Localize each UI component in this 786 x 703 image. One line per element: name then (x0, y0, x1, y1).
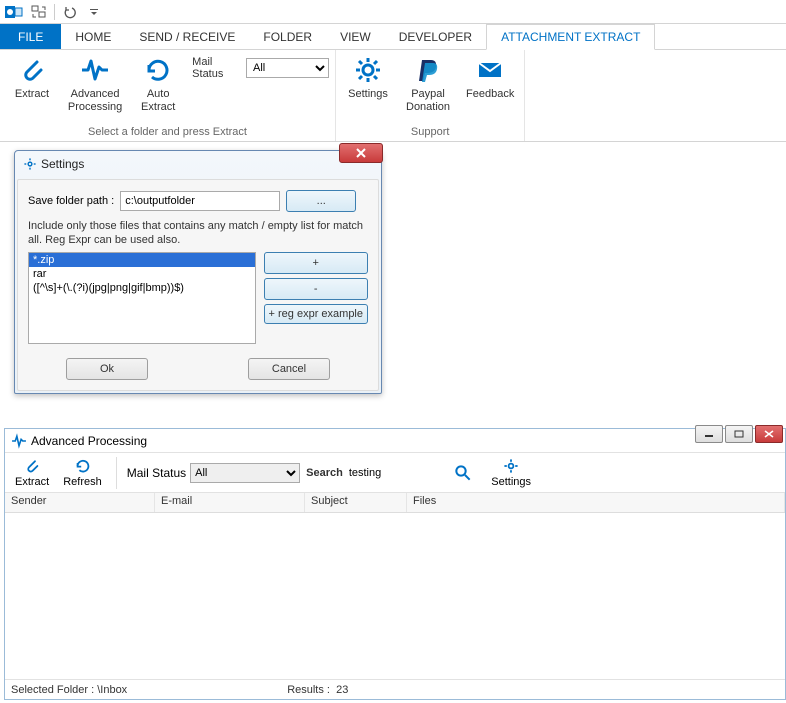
filter-list[interactable]: *.zip rar ([^\s]+(\.(?i)(jpg|png|gif|bmp… (28, 252, 256, 344)
mail-status-label: Mail Status (192, 56, 242, 80)
list-item[interactable]: rar (29, 267, 255, 281)
gear-icon (352, 54, 384, 86)
filter-help-text: Include only those files that contains a… (28, 220, 368, 248)
ok-button[interactable]: Ok (66, 358, 148, 380)
paperclip-icon (23, 457, 41, 475)
mail-status-field: Mail Status All (192, 52, 329, 80)
refresh-button[interactable]: Refresh (59, 457, 106, 488)
cancel-button[interactable]: Cancel (248, 358, 330, 380)
search-value: testing (349, 467, 381, 479)
paypal-icon (412, 54, 444, 86)
qat-sendreceive-icon[interactable] (30, 3, 48, 21)
advwin-toolbar: Extract Refresh Mail Status All Search t… (5, 453, 785, 493)
paypal-donation-button[interactable]: Paypal Donation (402, 52, 454, 115)
status-folder-value: \Inbox (97, 684, 127, 696)
advwin-statusbar: Selected Folder : \Inbox Results : 23 (5, 679, 785, 699)
refresh-icon (74, 457, 92, 475)
tab-attachment-extract[interactable]: ATTACHMENT EXTRACT (486, 24, 655, 50)
paperclip-icon (16, 54, 48, 86)
col-files[interactable]: Files (407, 493, 785, 512)
ribbon-group-extract: Extract Advanced Processing Auto Extract… (0, 50, 336, 141)
minimize-button[interactable] (695, 425, 723, 443)
search-icon[interactable] (453, 463, 473, 483)
ribbon: Extract Advanced Processing Auto Extract… (0, 50, 786, 142)
maximize-button[interactable] (725, 425, 753, 443)
dialog-titlebar[interactable]: Settings (15, 151, 381, 177)
tab-view[interactable]: VIEW (326, 24, 385, 49)
list-item[interactable]: ([^\s]+(\.(?i)(jpg|png|gif|bmp))$) (29, 281, 255, 295)
gear-icon (502, 457, 520, 475)
settings-dialog: Settings Save folder path : ... Include … (14, 150, 382, 394)
col-sender[interactable]: Sender (5, 493, 155, 512)
extract-button[interactable]: Extract (11, 457, 53, 488)
adv-settings-button[interactable]: Settings (487, 457, 535, 488)
adv-mail-status-select[interactable]: All (190, 463, 300, 483)
tab-sendreceive[interactable]: SEND / RECEIVE (125, 24, 249, 49)
tab-developer[interactable]: DEVELOPER (385, 24, 486, 49)
outlook-logo-icon (4, 2, 24, 22)
status-folder-label: Selected Folder : (11, 684, 94, 696)
dialog-title: Settings (41, 157, 84, 171)
settings-button[interactable]: Settings (342, 52, 394, 103)
results-columns: Sender E-mail Subject Files (5, 493, 785, 513)
ribbon-tabstrip: FILE HOME SEND / RECEIVE FOLDER VIEW DEV… (0, 24, 786, 50)
regex-example-button[interactable]: + reg expr example (264, 304, 368, 324)
qat-dropdown-icon[interactable] (85, 3, 103, 21)
col-email[interactable]: E-mail (155, 493, 305, 512)
browse-button[interactable]: ... (286, 190, 356, 212)
extract-button[interactable]: Extract (6, 52, 58, 103)
quick-access-toolbar (0, 0, 786, 24)
add-filter-button[interactable]: + (264, 252, 368, 274)
feedback-button[interactable]: Feedback (462, 52, 518, 103)
mail-status-select[interactable]: All (246, 58, 329, 78)
advwin-titlebar[interactable]: Advanced Processing (5, 429, 785, 453)
advanced-processing-button[interactable]: Advanced Processing (66, 52, 124, 115)
undo-icon[interactable] (61, 3, 79, 21)
ribbon-group-label: Select a folder and press Extract (0, 125, 335, 141)
advanced-processing-window: Advanced Processing Extract Refresh Mail… (4, 428, 786, 700)
col-subject[interactable]: Subject (305, 493, 407, 512)
save-path-input[interactable] (120, 191, 280, 211)
mail-status-label: Mail Status (127, 466, 186, 480)
dialog-close-button[interactable] (339, 143, 383, 163)
ribbon-group-support: Settings Paypal Donation Feedback Suppor… (336, 50, 525, 141)
ribbon-group-label: Support (336, 125, 524, 141)
remove-filter-button[interactable]: - (264, 278, 368, 300)
save-path-label: Save folder path : (28, 195, 114, 207)
tab-folder[interactable]: FOLDER (249, 24, 326, 49)
gear-icon (23, 157, 37, 171)
pulse-icon (11, 433, 27, 449)
status-results-value: 23 (336, 684, 348, 696)
list-item[interactable]: *.zip (29, 253, 255, 267)
adv-mailstatus-field: Mail Status All (127, 463, 300, 483)
tab-home[interactable]: HOME (61, 24, 125, 49)
search-label: Search (306, 467, 343, 479)
refresh-circle-icon (142, 54, 174, 86)
close-button[interactable] (755, 425, 783, 443)
pulse-icon (79, 54, 111, 86)
auto-extract-button[interactable]: Auto Extract (132, 52, 184, 115)
tab-file[interactable]: FILE (0, 24, 61, 49)
results-table-body[interactable] (5, 513, 785, 673)
advwin-title: Advanced Processing (31, 434, 147, 448)
envelope-icon (474, 54, 506, 86)
status-results-label: Results : (287, 684, 330, 696)
